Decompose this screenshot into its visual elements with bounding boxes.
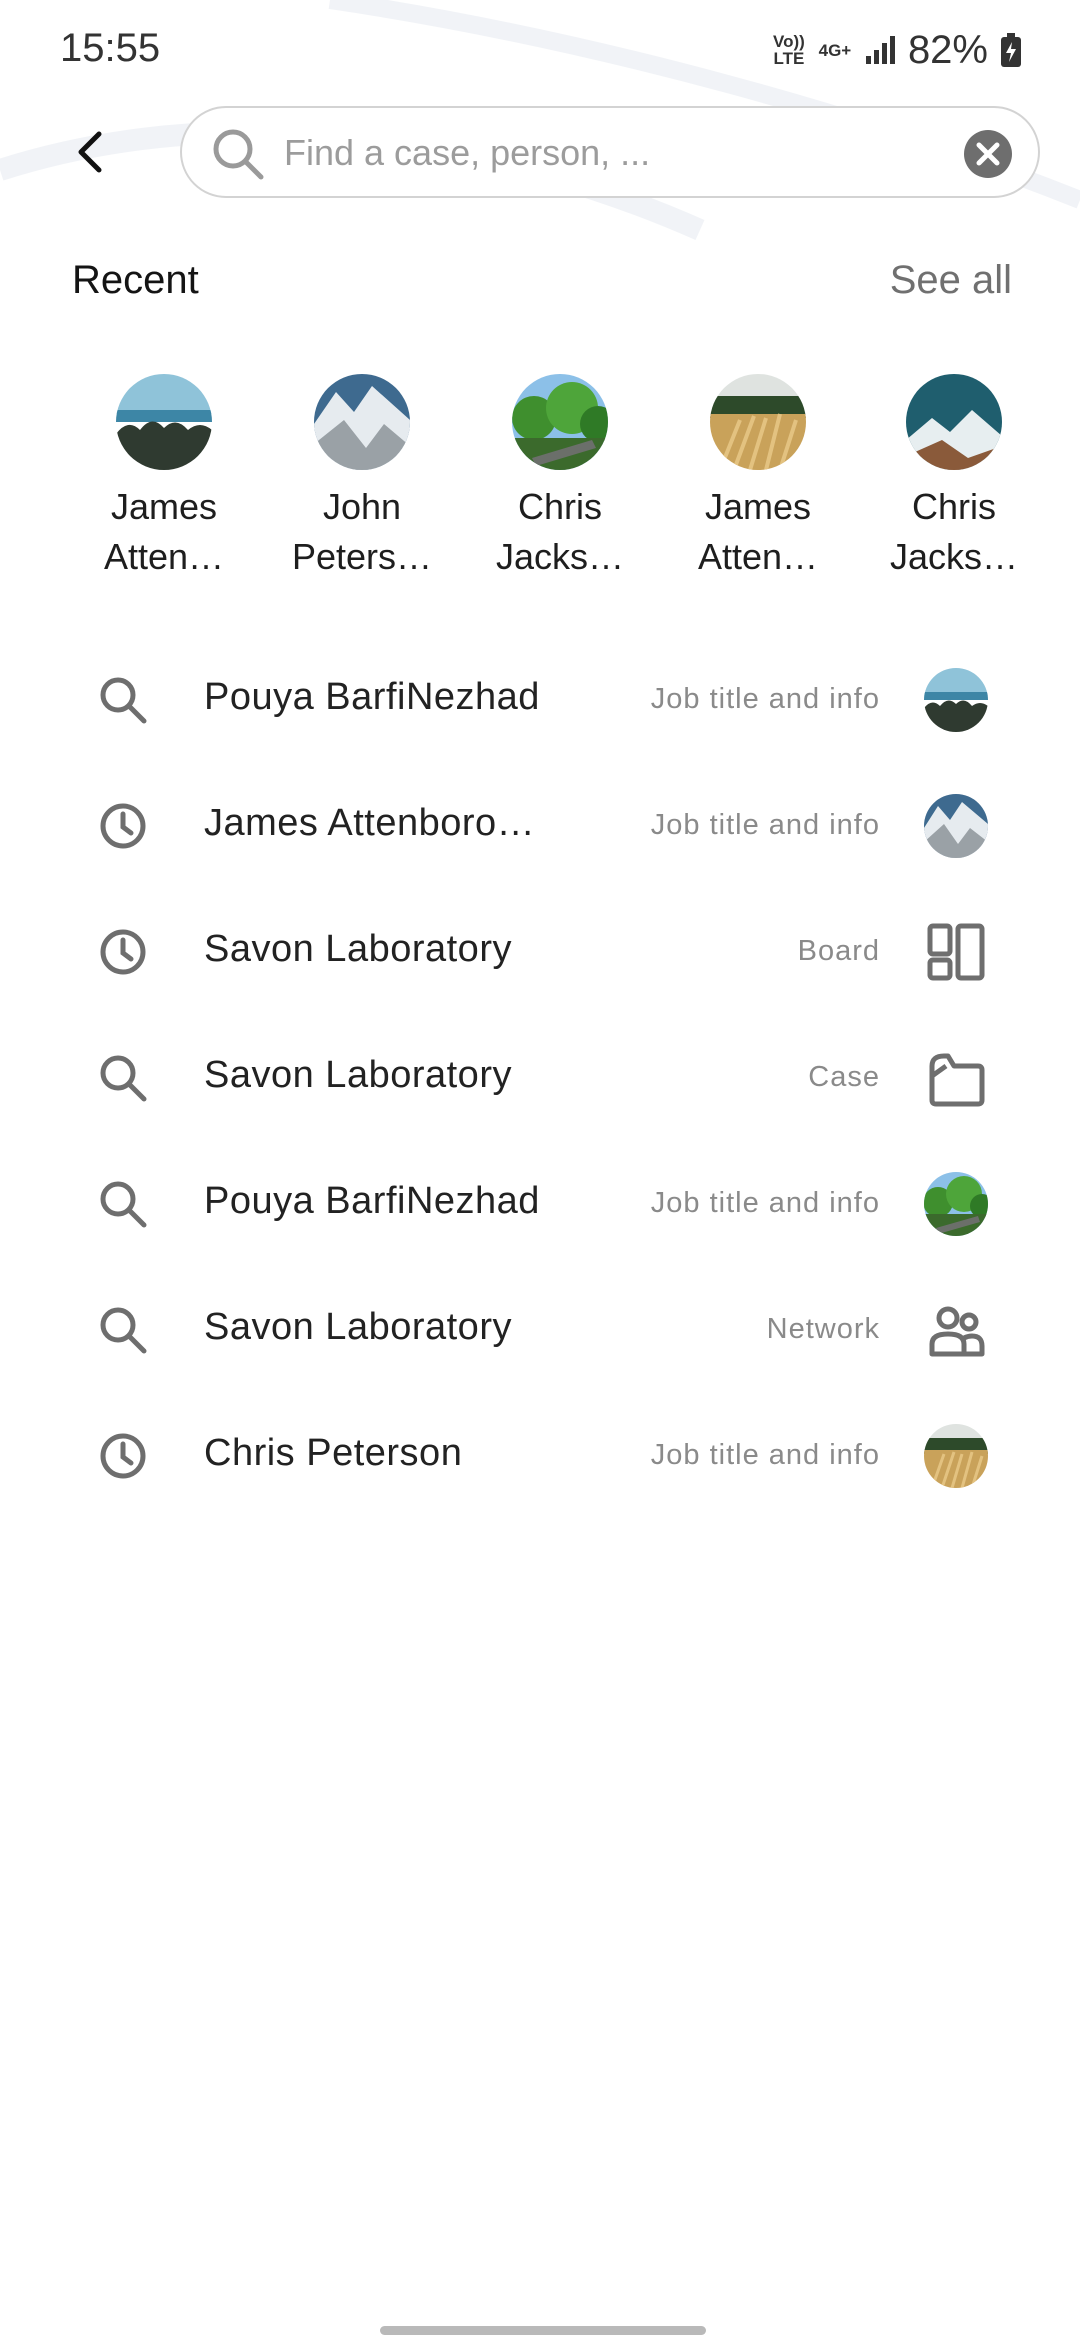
result-row[interactable]: Savon Laboratory Board	[0, 888, 1080, 1014]
result-title: Pouya BarfiNezhad	[204, 1180, 540, 1222]
search-icon	[100, 1307, 147, 1354]
result-row[interactable]: Pouya BarfiNezhad Job title and info	[0, 1140, 1080, 1266]
result-subtitle: Job title and info	[650, 809, 880, 841]
result-title: Savon Laboratory	[204, 1306, 512, 1348]
avatar	[924, 1172, 988, 1236]
recent-name-line1: James	[704, 486, 812, 527]
recent-avatars-row: James Atten… John Peters… Chris Jacks… Jame…	[0, 374, 1080, 594]
recent-name-line2: Peters…	[291, 536, 433, 577]
avatar	[924, 794, 988, 858]
search-icon	[100, 1055, 147, 1102]
battery-charging-icon	[1001, 33, 1021, 67]
result-title: Savon Laboratory	[204, 928, 512, 970]
recent-name-line1: Chris	[517, 486, 602, 527]
result-row[interactable]: Chris Peterson Job title and info	[0, 1392, 1080, 1518]
recent-name-line2: Atten…	[697, 536, 819, 577]
result-row[interactable]: James Attenboro… Job title and info	[0, 762, 1080, 888]
search-icon	[100, 677, 147, 724]
avatar	[924, 1424, 988, 1488]
result-row[interactable]: Pouya BarfiNezhad Job title and info	[0, 636, 1080, 762]
recent-name-line2: Atten…	[103, 536, 225, 577]
search-icon	[100, 1181, 147, 1228]
recent-contact[interactable]: John Peters…	[282, 374, 442, 582]
clock-icon	[100, 929, 146, 975]
avatar	[116, 374, 212, 470]
result-title: Pouya BarfiNezhad	[204, 676, 540, 718]
recent-name-line1: James	[110, 486, 218, 527]
signal-icon	[865, 36, 895, 64]
avatar	[906, 374, 1002, 470]
recent-section-title: Recent	[72, 258, 199, 302]
recent-name-line2: Jacks…	[889, 536, 1019, 577]
recent-contact[interactable]: James Atten…	[678, 374, 838, 582]
back-button[interactable]	[60, 120, 120, 184]
result-row[interactable]: Savon Laboratory Case	[0, 1014, 1080, 1140]
avatar	[924, 668, 988, 732]
battery-percent: 82%	[907, 27, 988, 72]
result-subtitle: Board	[797, 935, 880, 967]
clock-icon	[100, 803, 146, 849]
home-indicator[interactable]	[380, 2326, 706, 2335]
result-subtitle: Job title and info	[650, 1439, 880, 1471]
search-input[interactable]	[282, 122, 926, 184]
result-subtitle: Job title and info	[650, 1187, 880, 1219]
status-icons: Vo)) LTE 4G+ 82%	[772, 26, 1022, 74]
recent-contact[interactable]: James Atten…	[84, 374, 244, 582]
avatar	[512, 374, 608, 470]
result-title: James Attenboro…	[204, 802, 536, 844]
clock-icon	[100, 1433, 146, 1479]
recent-name-line1: Chris	[911, 486, 996, 527]
result-title: Chris Peterson	[204, 1432, 463, 1474]
result-subtitle: Network	[766, 1313, 880, 1345]
recent-contact[interactable]: Chris Jacks…	[874, 374, 1034, 582]
avatar	[314, 374, 410, 470]
see-all-link[interactable]: See all	[890, 258, 1012, 303]
volte-indicator: Vo)) LTE	[773, 32, 805, 68]
result-title: Savon Laboratory	[204, 1054, 512, 1096]
search-bar[interactable]	[180, 106, 1040, 198]
folder-icon	[929, 1053, 985, 1107]
result-subtitle: Case	[808, 1061, 880, 1093]
avatar	[710, 374, 806, 470]
status-bar: 15:55 Vo)) LTE 4G+ 82%	[0, 0, 1080, 100]
status-time: 15:55	[60, 26, 161, 70]
back-arrow-icon	[78, 131, 102, 173]
network-type: 4G+	[818, 40, 852, 60]
recent-name-line1: John	[322, 486, 402, 527]
search-icon	[213, 129, 264, 180]
recent-contact[interactable]: Chris Jacks…	[480, 374, 640, 582]
board-icon	[927, 923, 985, 981]
people-icon	[929, 1306, 985, 1357]
recent-name-line2: Jacks…	[495, 536, 625, 577]
result-subtitle: Job title and info	[650, 683, 880, 715]
clear-search-icon[interactable]	[964, 130, 1012, 178]
result-row[interactable]: Savon Laboratory Network	[0, 1266, 1080, 1392]
